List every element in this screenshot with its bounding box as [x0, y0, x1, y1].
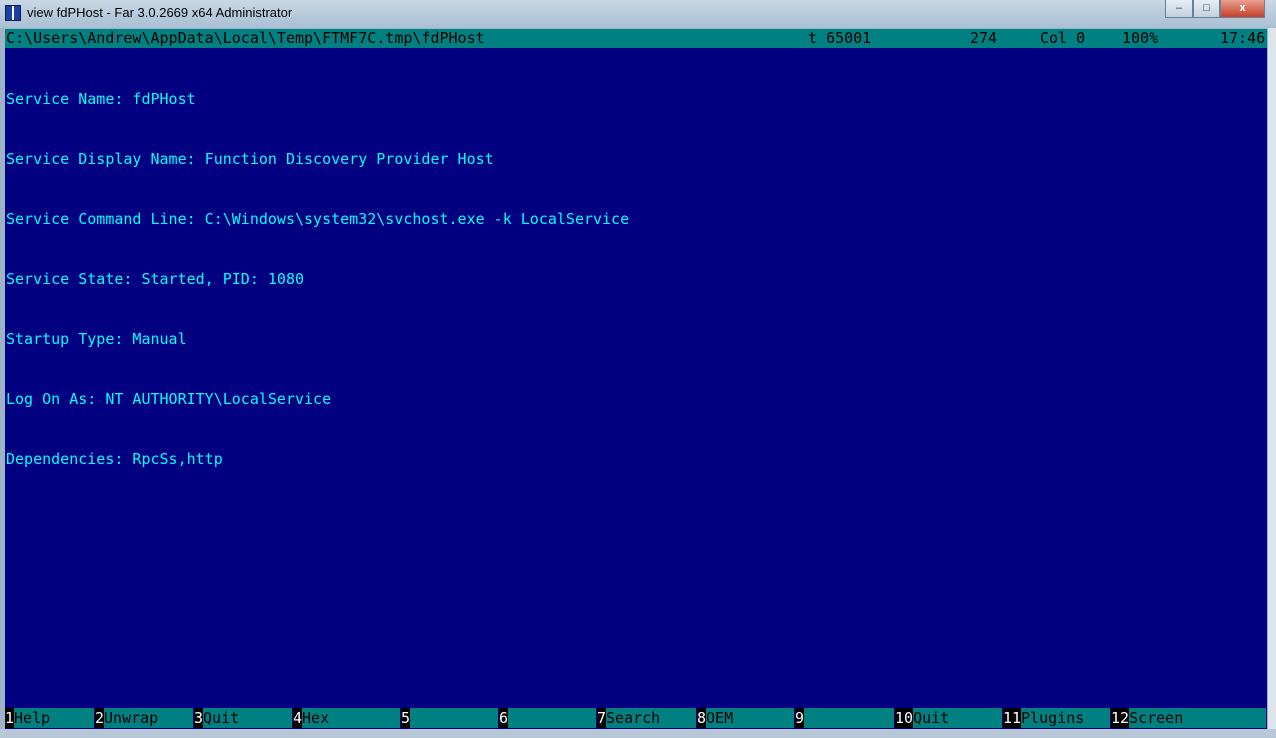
key-f8[interactable]: 8 OEM	[697, 708, 794, 728]
key-label: Hex	[302, 708, 400, 728]
maximize-button[interactable]: □	[1193, 0, 1220, 18]
viewer-status-bar: C:\Users\Andrew\AppData\Local\Temp\FTMF7…	[5, 29, 1267, 48]
key-label	[508, 708, 596, 728]
key-number: 4	[293, 708, 303, 728]
key-f1[interactable]: 1 Help	[5, 708, 94, 728]
key-f12[interactable]: 12 Screen	[1111, 708, 1266, 728]
key-number: 9	[795, 708, 805, 728]
key-number: 10	[895, 708, 914, 728]
key-f6[interactable]: 6	[499, 708, 596, 728]
file-content[interactable]: Service Name: fdPHost Service Display Na…	[6, 49, 629, 509]
key-f3[interactable]: 3 Quit	[194, 708, 292, 728]
function-key-bar: 1 Help 2 Unwrap 3 Quit 4 Hex 5 6 7 Search 8 OEM 9 10 Qui…	[5, 708, 1267, 728]
key-f11[interactable]: 11 Plugins	[1003, 708, 1110, 728]
codepage: t 65001	[808, 29, 872, 47]
title-bar: view fdPHost - Far 3.0.2669 x64 Administ…	[0, 0, 1276, 28]
file-path: C:\Users\Andrew\AppData\Local\Temp\FTMF7…	[6, 29, 485, 47]
minimize-button[interactable]: –	[1165, 0, 1193, 18]
content-line: Service Display Name: Function Discovery…	[6, 150, 494, 168]
key-f5[interactable]: 5	[401, 708, 498, 728]
content-line: Startup Type: Manual	[6, 330, 187, 348]
key-number: 2	[95, 708, 105, 728]
key-number: 12	[1111, 708, 1130, 728]
key-label: Quit	[203, 708, 292, 728]
content-line: Dependencies: RpcSs,http	[6, 450, 223, 468]
window-title: view fdPHost - Far 3.0.2669 x64 Administ…	[27, 5, 293, 20]
key-label: Unwrap	[104, 708, 193, 728]
far-app-icon[interactable]	[5, 5, 21, 21]
percent-indicator: 100%	[1122, 29, 1159, 47]
key-number: 11	[1003, 708, 1022, 728]
content-line: Log On As: NT AUTHORITY\LocalService	[6, 390, 332, 408]
content-line: Service Command Line: C:\Windows\system3…	[6, 210, 630, 228]
column-indicator: Col 0	[1040, 29, 1086, 47]
background-window-scrollbar	[1268, 28, 1276, 729]
key-label: Search	[606, 708, 696, 728]
key-f9[interactable]: 9	[795, 708, 894, 728]
viewer-console: C:\Users\Andrew\AppData\Local\Temp\FTMF7…	[5, 29, 1267, 729]
key-number: 6	[499, 708, 509, 728]
key-number: 5	[401, 708, 411, 728]
content-line: Service Name: fdPHost	[6, 90, 196, 108]
key-f2[interactable]: 2 Unwrap	[95, 708, 193, 728]
key-label: Quit	[913, 708, 1002, 728]
key-label: OEM	[706, 708, 794, 728]
key-number: 8	[697, 708, 707, 728]
content-line: Service State: Started, PID: 1080	[6, 270, 305, 288]
key-number: 3	[194, 708, 204, 728]
key-label: Plugins	[1021, 708, 1110, 728]
key-label: Help	[14, 708, 94, 728]
key-f7[interactable]: 7 Search	[597, 708, 696, 728]
file-size: 274	[970, 29, 998, 47]
key-f10[interactable]: 10 Quit	[895, 708, 1002, 728]
window-bottom-border	[0, 729, 1276, 738]
key-f4[interactable]: 4 Hex	[293, 708, 400, 728]
clock: 17:46	[1220, 29, 1266, 47]
key-label	[410, 708, 498, 728]
key-label	[804, 708, 894, 728]
key-number: 1	[5, 708, 15, 728]
close-button[interactable]: x	[1220, 0, 1265, 18]
key-number: 7	[597, 708, 607, 728]
key-label: Screen	[1129, 708, 1266, 728]
